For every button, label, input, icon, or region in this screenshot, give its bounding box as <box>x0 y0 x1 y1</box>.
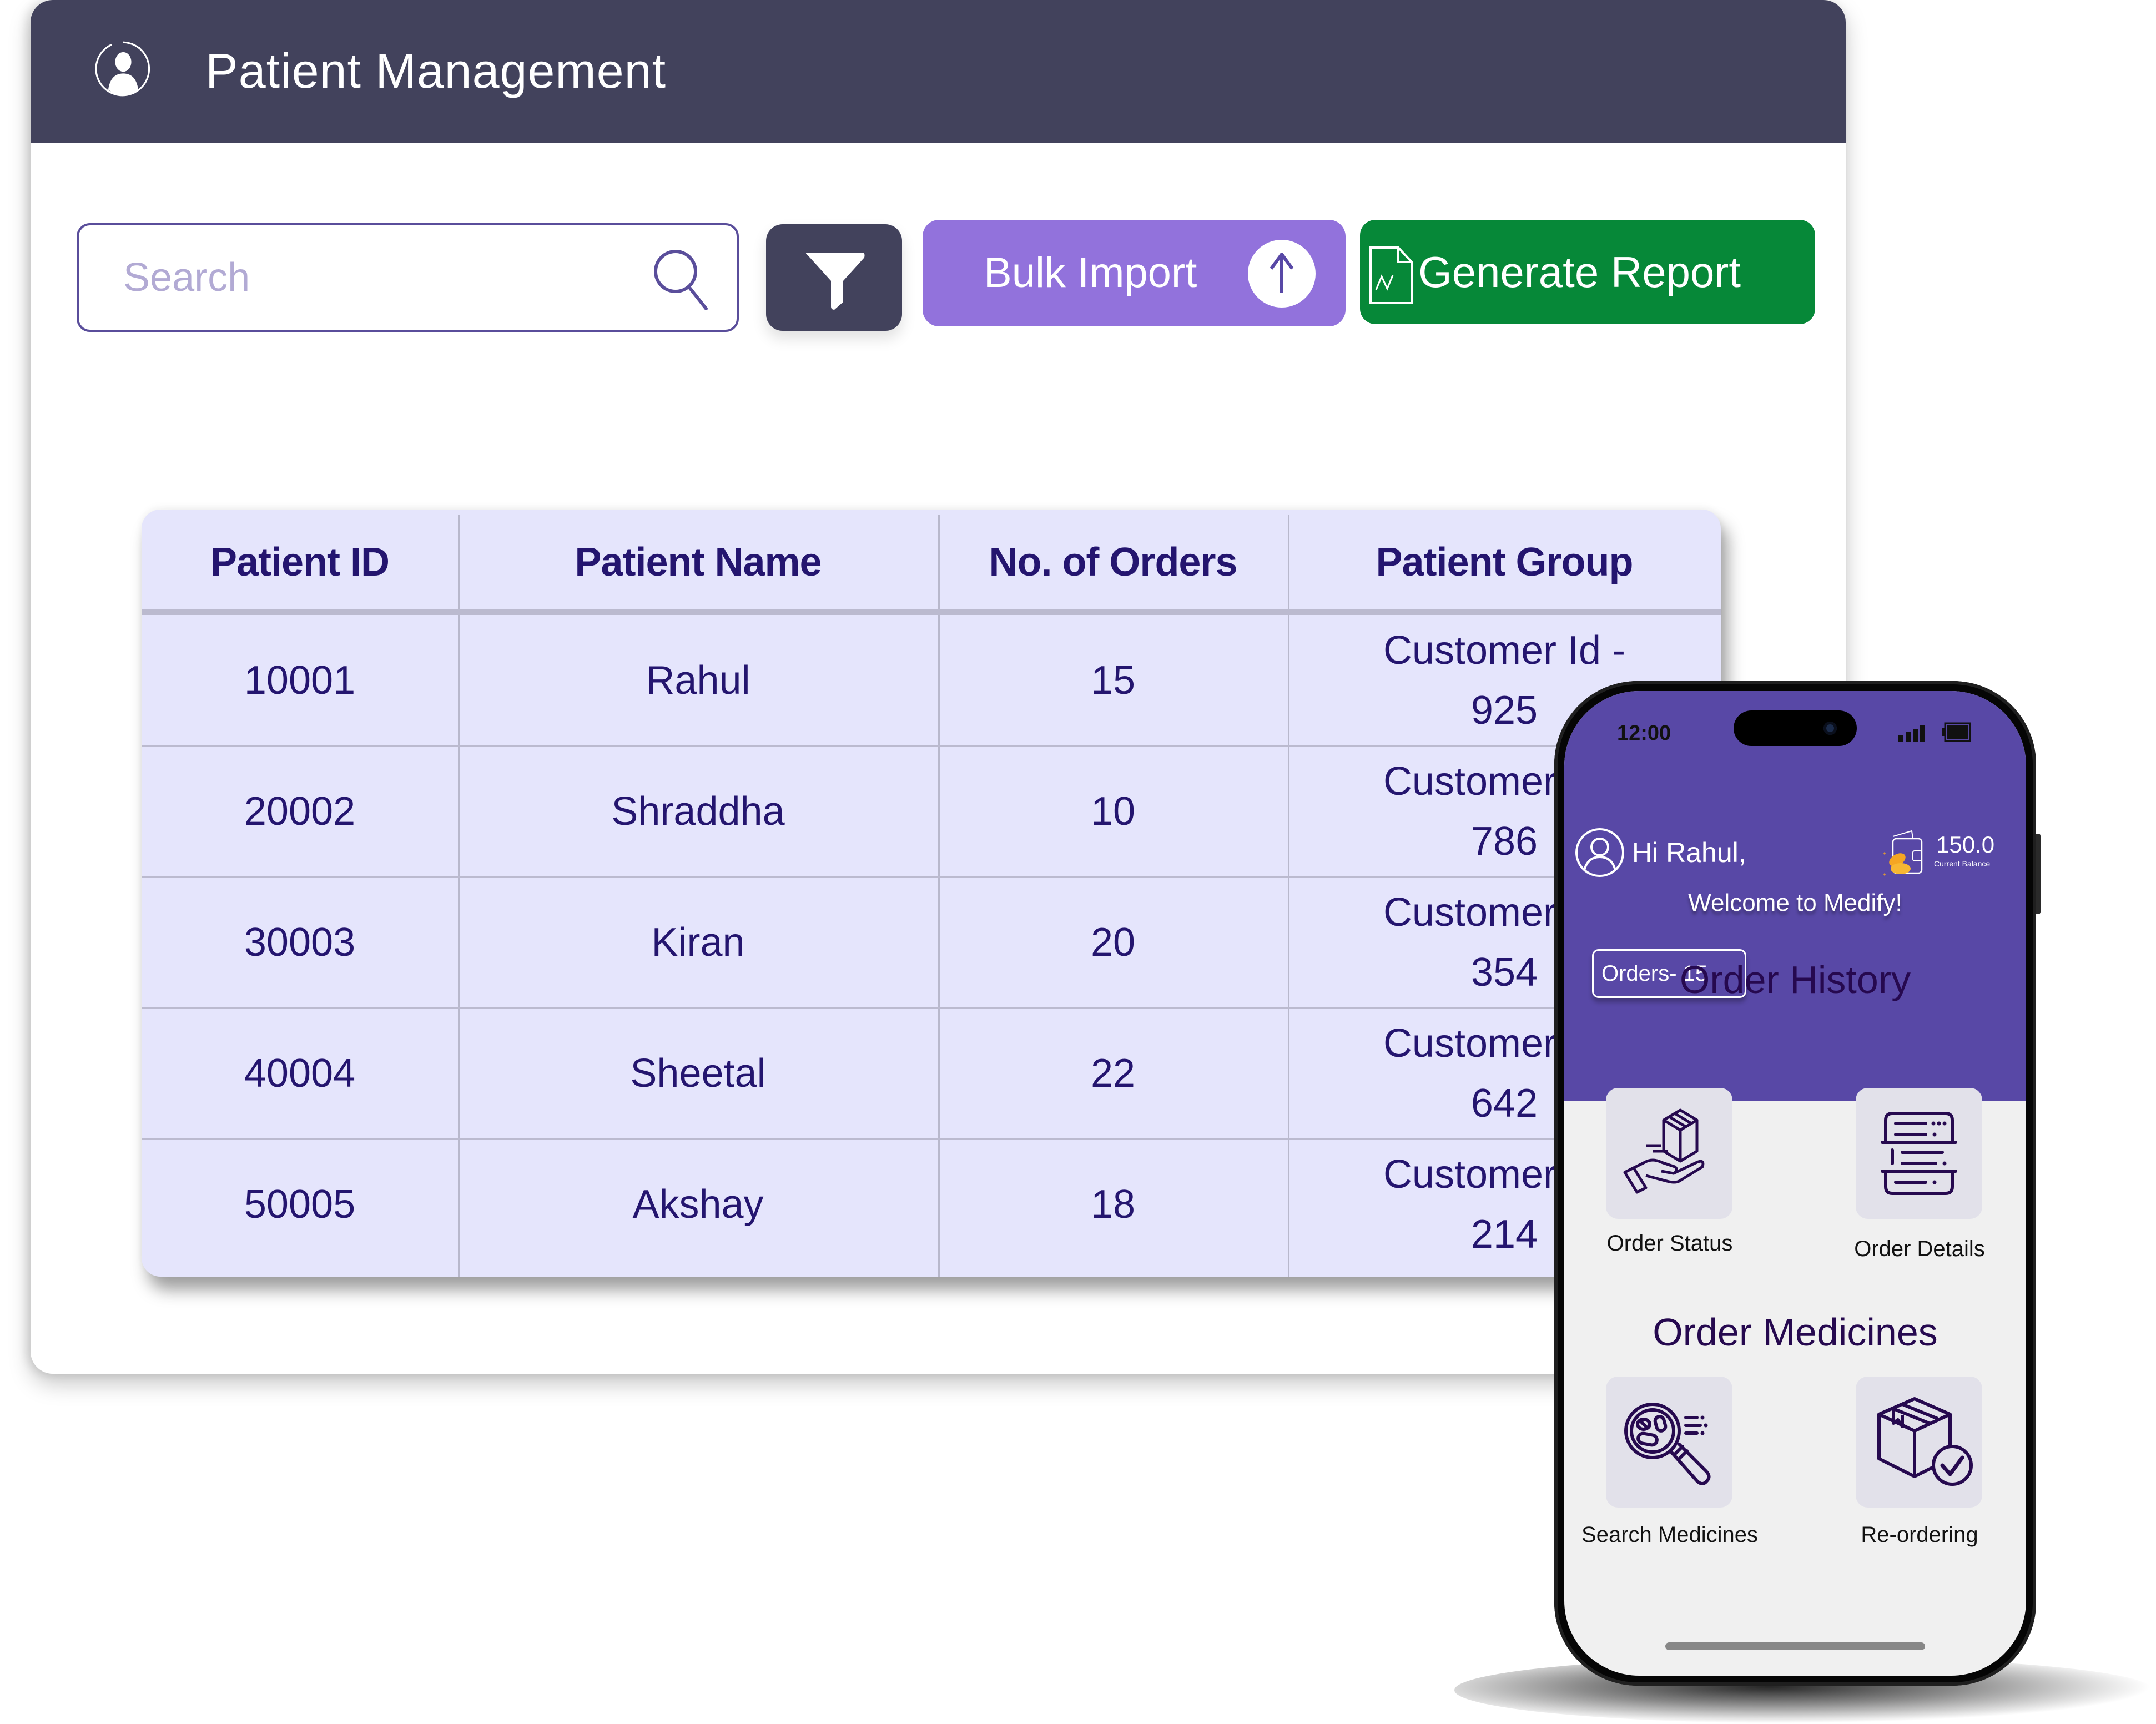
user-circle-icon <box>95 41 150 97</box>
phone-mockup: 12:00 Hi Rahul, + + 150.0 Current Balanc… <box>1554 681 2036 1686</box>
search-icon[interactable] <box>651 246 712 313</box>
section-title-order-medicines: Order Medicines <box>1653 1310 1938 1354</box>
patient-group-id: 786 <box>1470 819 1538 864</box>
filter-button[interactable] <box>766 224 902 331</box>
cell-patient-name: Rahul <box>646 658 750 703</box>
column-header-orders[interactable]: No. of Orders <box>938 532 1288 593</box>
welcome-message: Welcome to Medify! <box>1688 889 1902 916</box>
cell-patient-name: Akshay <box>632 1182 764 1227</box>
column-header-patient-id[interactable]: Patient ID <box>142 532 458 593</box>
balance-label: Current Balance <box>1934 859 1991 868</box>
tile-search-medicines[interactable] <box>1606 1377 1732 1508</box>
phone-screen: 12:00 Hi Rahul, + + 150.0 Current Balanc… <box>1564 691 2026 1676</box>
patient-group-id: 925 <box>1470 688 1538 733</box>
search-field[interactable] <box>77 223 739 332</box>
tile-order-status[interactable] <box>1606 1088 1732 1219</box>
cell-patient-name: Kiran <box>651 920 745 965</box>
header-separator <box>142 609 1721 615</box>
patient-group-label: Customer Id - <box>1383 628 1626 673</box>
cell-patient-id: 40004 <box>244 1051 356 1096</box>
cell-patient-id: 20002 <box>244 789 356 834</box>
order-list-icon <box>1881 1112 1957 1195</box>
cell-orders: 15 <box>1090 658 1136 703</box>
cell-orders: 10 <box>1090 789 1136 834</box>
column-header-patient-name[interactable]: Patient Name <box>458 532 938 593</box>
filter-icon <box>805 253 864 310</box>
cell-patient-id: 30003 <box>244 920 356 965</box>
cell-patient-name: Sheetal <box>630 1051 766 1096</box>
cell-patient-id: 50005 <box>244 1182 356 1227</box>
box-check-icon <box>1877 1397 1973 1486</box>
battery-icon <box>1942 722 1971 742</box>
cell-orders: 18 <box>1090 1182 1136 1227</box>
section-title-order-history: Order History <box>1679 958 1911 1001</box>
tile-order-details[interactable] <box>1856 1088 1982 1219</box>
signal-icon <box>1898 725 1925 742</box>
patient-group-id: 354 <box>1470 950 1538 995</box>
greeting-text: Hi Rahul, <box>1632 837 1746 868</box>
cell-patient-id: 10001 <box>244 658 356 703</box>
tile-label-order-details: Order Details <box>1854 1237 1985 1261</box>
svg-text:+: + <box>1883 872 1886 878</box>
home-indicator[interactable] <box>1665 1642 1925 1650</box>
tile-re-ordering[interactable] <box>1856 1377 1982 1508</box>
page-title: Patient Management <box>205 43 667 98</box>
cell-patient-name: Shraddha <box>611 789 785 834</box>
svg-text:+: + <box>1883 851 1886 857</box>
pill-search-icon <box>1624 1403 1711 1485</box>
search-input[interactable] <box>123 255 623 300</box>
cell-orders: 22 <box>1090 1051 1136 1096</box>
package-hand-icon <box>1623 1108 1705 1194</box>
report-chart-icon <box>1369 246 1413 304</box>
bulk-import-label: Bulk Import <box>984 249 1197 296</box>
upload-arrow-icon <box>1248 240 1316 308</box>
patient-group-id: 214 <box>1470 1212 1538 1257</box>
patient-group-id: 642 <box>1470 1081 1538 1126</box>
patients-table: Patient ID Patient Name No. of Orders Pa… <box>142 510 1721 1277</box>
camera-icon <box>1823 722 1837 735</box>
dynamic-island <box>1734 710 1857 746</box>
tile-label-search-medicines: Search Medicines <box>1581 1523 1758 1547</box>
tile-label-order-status: Order Status <box>1606 1231 1733 1256</box>
column-header-patient-group[interactable]: Patient Group <box>1288 532 1721 593</box>
wallet-coins-icon[interactable]: + + <box>1881 829 1924 880</box>
balance-value: 150.0 <box>1936 831 1995 858</box>
user-avatar-icon[interactable] <box>1574 827 1625 878</box>
status-time: 12:00 <box>1617 722 1671 745</box>
tile-label-re-ordering: Re-ordering <box>1861 1523 1978 1547</box>
generate-report-label: Generate Report <box>1418 248 1741 296</box>
window-header: Patient Management <box>31 0 1846 143</box>
cell-orders: 20 <box>1090 920 1136 965</box>
